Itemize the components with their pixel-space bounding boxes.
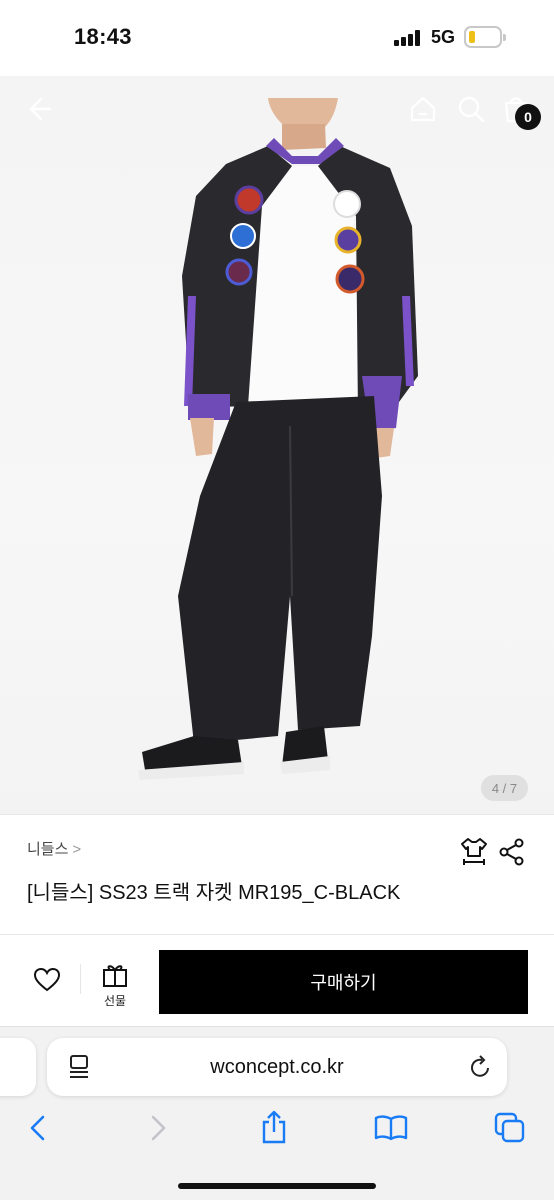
cart-count-badge: 0	[515, 104, 541, 130]
share-icon[interactable]	[498, 838, 526, 866]
divider	[0, 814, 554, 815]
url-text: wconcept.co.kr	[210, 1055, 344, 1078]
gift-icon[interactable]	[102, 962, 128, 988]
divider	[80, 964, 81, 994]
gallery-page-indicator: 4 / 7	[481, 775, 528, 801]
bookmarks-icon[interactable]	[374, 1114, 408, 1142]
divider	[0, 934, 554, 935]
reload-icon[interactable]	[468, 1054, 492, 1080]
battery-icon	[464, 26, 506, 48]
tabs-icon[interactable]	[494, 1112, 526, 1144]
network-type: 5G	[431, 27, 456, 47]
size-guide-icon[interactable]	[460, 836, 488, 866]
status-time: 18:43	[74, 24, 132, 49]
brand-name: 니들스	[27, 841, 69, 858]
safari-forward-icon[interactable]	[148, 1114, 168, 1142]
product-image-gallery[interactable]	[0, 76, 554, 814]
gift-label: 선물	[103, 994, 127, 1008]
safari-back-icon[interactable]	[28, 1114, 48, 1142]
buy-button[interactable]: 구매하기	[159, 950, 528, 1014]
chevron-right-icon: >	[72, 841, 82, 858]
address-bar[interactable]: wconcept.co.kr	[47, 1038, 507, 1096]
home-indicator	[178, 1183, 376, 1189]
product-photo	[138, 98, 418, 780]
reader-icon[interactable]	[68, 1054, 90, 1080]
heart-icon[interactable]	[34, 968, 60, 992]
status-bar: 18:43 5G	[0, 0, 554, 76]
brand-link[interactable]: 니들스 >	[27, 838, 81, 859]
previous-tab[interactable]	[0, 1038, 36, 1096]
back-arrow-icon[interactable]	[24, 94, 54, 124]
signal-icon	[394, 30, 422, 46]
share-sheet-icon[interactable]	[260, 1110, 288, 1144]
home-icon[interactable]	[408, 94, 438, 124]
search-icon[interactable]	[456, 94, 486, 124]
product-title: [니들스] SS23 트랙 자켓 MR195_C-BLACK	[27, 882, 401, 904]
